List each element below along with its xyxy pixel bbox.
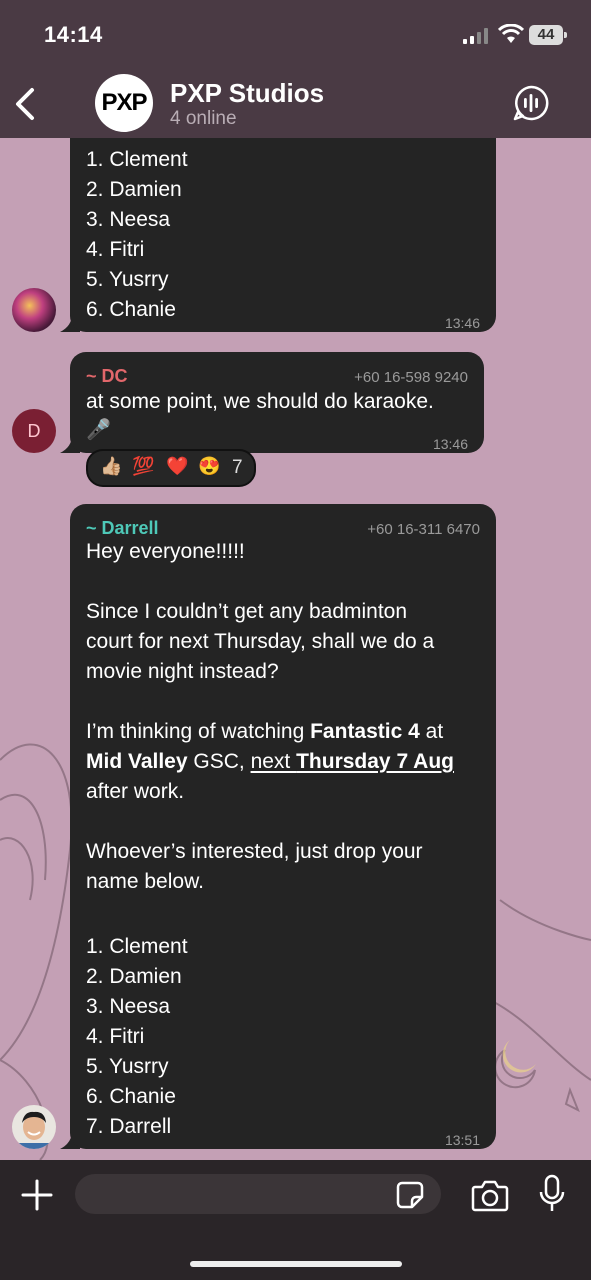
group-avatar[interactable]: PXP	[95, 74, 153, 132]
message-time: 13:46	[432, 436, 468, 452]
message-text: Hey everyone!!!!!	[86, 540, 245, 563]
message-bubble[interactable]: ~ Darrell +60 16-311 6470 Hey everyone!!…	[70, 504, 496, 1149]
message-time: 13:51	[444, 1132, 480, 1148]
avatar[interactable]	[12, 288, 56, 332]
message-text: I’m thinking of watching Fantastic 4 at	[86, 717, 443, 747]
message-text: court for next Thursday, shall we do a	[86, 630, 435, 653]
list-item: 7. Darrell	[86, 1115, 172, 1138]
signal-icon	[463, 28, 488, 44]
plus-icon[interactable]	[20, 1178, 54, 1212]
reaction-hundred: 💯	[132, 456, 155, 476]
group-title[interactable]: PXP Studios	[170, 78, 324, 109]
person-photo-icon	[12, 1111, 56, 1149]
message-text: name below.	[86, 870, 204, 893]
list-item: 4. Fitri	[86, 1025, 145, 1048]
date-link-text: next	[250, 750, 297, 773]
bold-location: Mid Valley	[86, 750, 188, 773]
home-indicator	[190, 1261, 402, 1267]
message-bubble[interactable]: 1. Clement 2. Damien 3. Neesa 4. Fitri 5…	[70, 110, 496, 332]
text-span: I’m thinking of watching	[86, 720, 311, 743]
status-time: 14:14	[44, 22, 103, 47]
message-text: Since I couldn’t get any badminton	[86, 600, 408, 623]
list-item: 5. Yusrry	[86, 1055, 169, 1078]
text-span: GSC,	[187, 750, 251, 773]
message-text: Whoever’s interested, just drop your	[86, 840, 423, 863]
battery-indicator: 44	[529, 25, 567, 45]
bold-movie-title: Fantastic 4	[310, 720, 420, 743]
microphone-emoji: 🎤	[86, 419, 111, 441]
list-item: 2. Damien	[86, 178, 182, 201]
online-count: 4 online	[170, 108, 237, 129]
avatar[interactable]: D	[12, 409, 56, 453]
message-text: movie night instead?	[86, 660, 279, 683]
camera-icon[interactable]	[471, 1178, 509, 1212]
message-input[interactable]	[75, 1174, 441, 1214]
avatar-initial: D	[27, 421, 41, 441]
list-item: 2. Damien	[86, 965, 182, 988]
reactions-bar[interactable]: 👍🏼 💯 ❤️ 😍 7	[86, 449, 256, 487]
sender-phone: +60 16-311 6470	[367, 521, 480, 538]
message-text: Mid Valley GSC, next Thursday 7 Aug	[86, 747, 454, 777]
list-item: 5. Yusrry	[86, 268, 169, 291]
wifi-icon	[498, 24, 524, 43]
date-link[interactable]: next Thursday 7 Aug	[251, 750, 454, 773]
text-span: at	[419, 720, 444, 743]
message-text: at some point, we should do karaoke.	[86, 390, 434, 413]
list-item: 4. Fitri	[86, 238, 145, 261]
reaction-count: 7	[232, 457, 243, 478]
message-bubble[interactable]: ~ DC +60 16-598 9240 at some point, we s…	[70, 352, 484, 453]
reaction-thumbs-up: 👍🏼	[100, 456, 123, 476]
reaction-heart-eyes: 😍	[198, 456, 221, 476]
message-time: 13:46	[444, 315, 480, 331]
list-item: 3. Neesa	[86, 208, 171, 231]
list-item: 6. Chanie	[86, 298, 176, 321]
back-icon[interactable]	[10, 84, 44, 124]
list-item: 1. Clement	[86, 148, 188, 171]
list-item: 1. Clement	[86, 935, 188, 958]
sticker-icon[interactable]	[395, 1180, 425, 1210]
reaction-heart: ❤️	[166, 456, 189, 476]
message-text: after work.	[86, 780, 185, 803]
microphone-icon[interactable]	[538, 1174, 566, 1214]
list-item: 6. Chanie	[86, 1085, 176, 1108]
composer-bar	[0, 1160, 591, 1280]
avatar[interactable]	[12, 1105, 56, 1149]
voice-chat-icon[interactable]	[512, 84, 550, 122]
list-item: 3. Neesa	[86, 995, 171, 1018]
date-link-bold: Thursday 7 Aug	[296, 750, 455, 773]
chat-header: 14:14 44 PXP PXP Studios 4 online	[0, 0, 591, 138]
